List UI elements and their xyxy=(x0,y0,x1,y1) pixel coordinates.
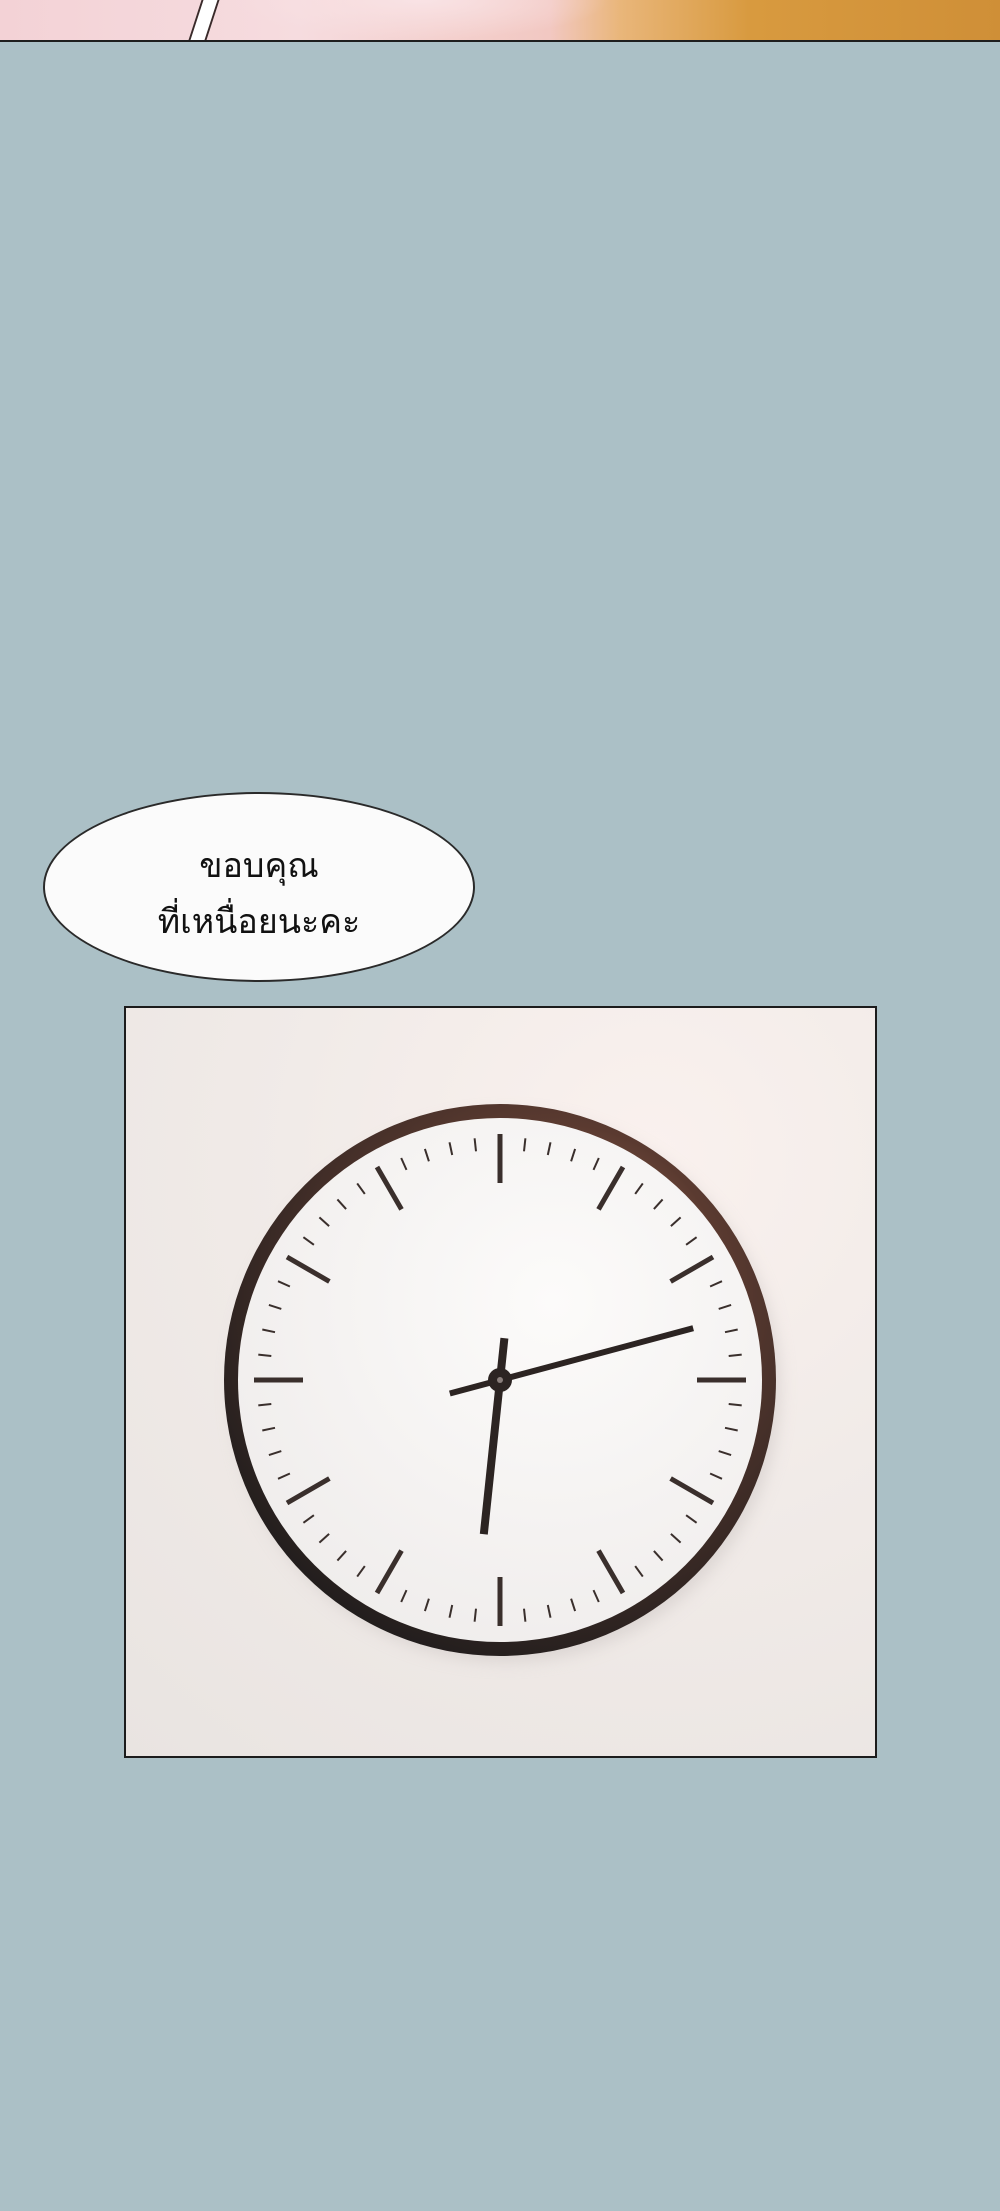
previous-panel-strip xyxy=(0,0,1000,42)
speech-bubble: ขอบคุณ ที่เหนื่อยนะคะ xyxy=(43,792,475,982)
clock-center-pin xyxy=(497,1377,503,1383)
minute-marker xyxy=(728,1403,742,1407)
minute-marker xyxy=(258,1353,272,1357)
minute-marker xyxy=(473,1608,477,1622)
minute-marker xyxy=(728,1353,742,1357)
minute-marker xyxy=(523,1608,527,1622)
clock-panel xyxy=(124,1006,877,1758)
speech-bubble-text: ขอบคุณ ที่เหนื่อยนะคะ xyxy=(157,846,361,942)
minute-marker xyxy=(473,1138,477,1152)
skin-shading xyxy=(230,0,610,40)
minute-marker xyxy=(523,1138,527,1152)
clock-illustration xyxy=(224,1104,780,1662)
minute-marker xyxy=(258,1403,272,1407)
garment-strap xyxy=(188,0,220,40)
